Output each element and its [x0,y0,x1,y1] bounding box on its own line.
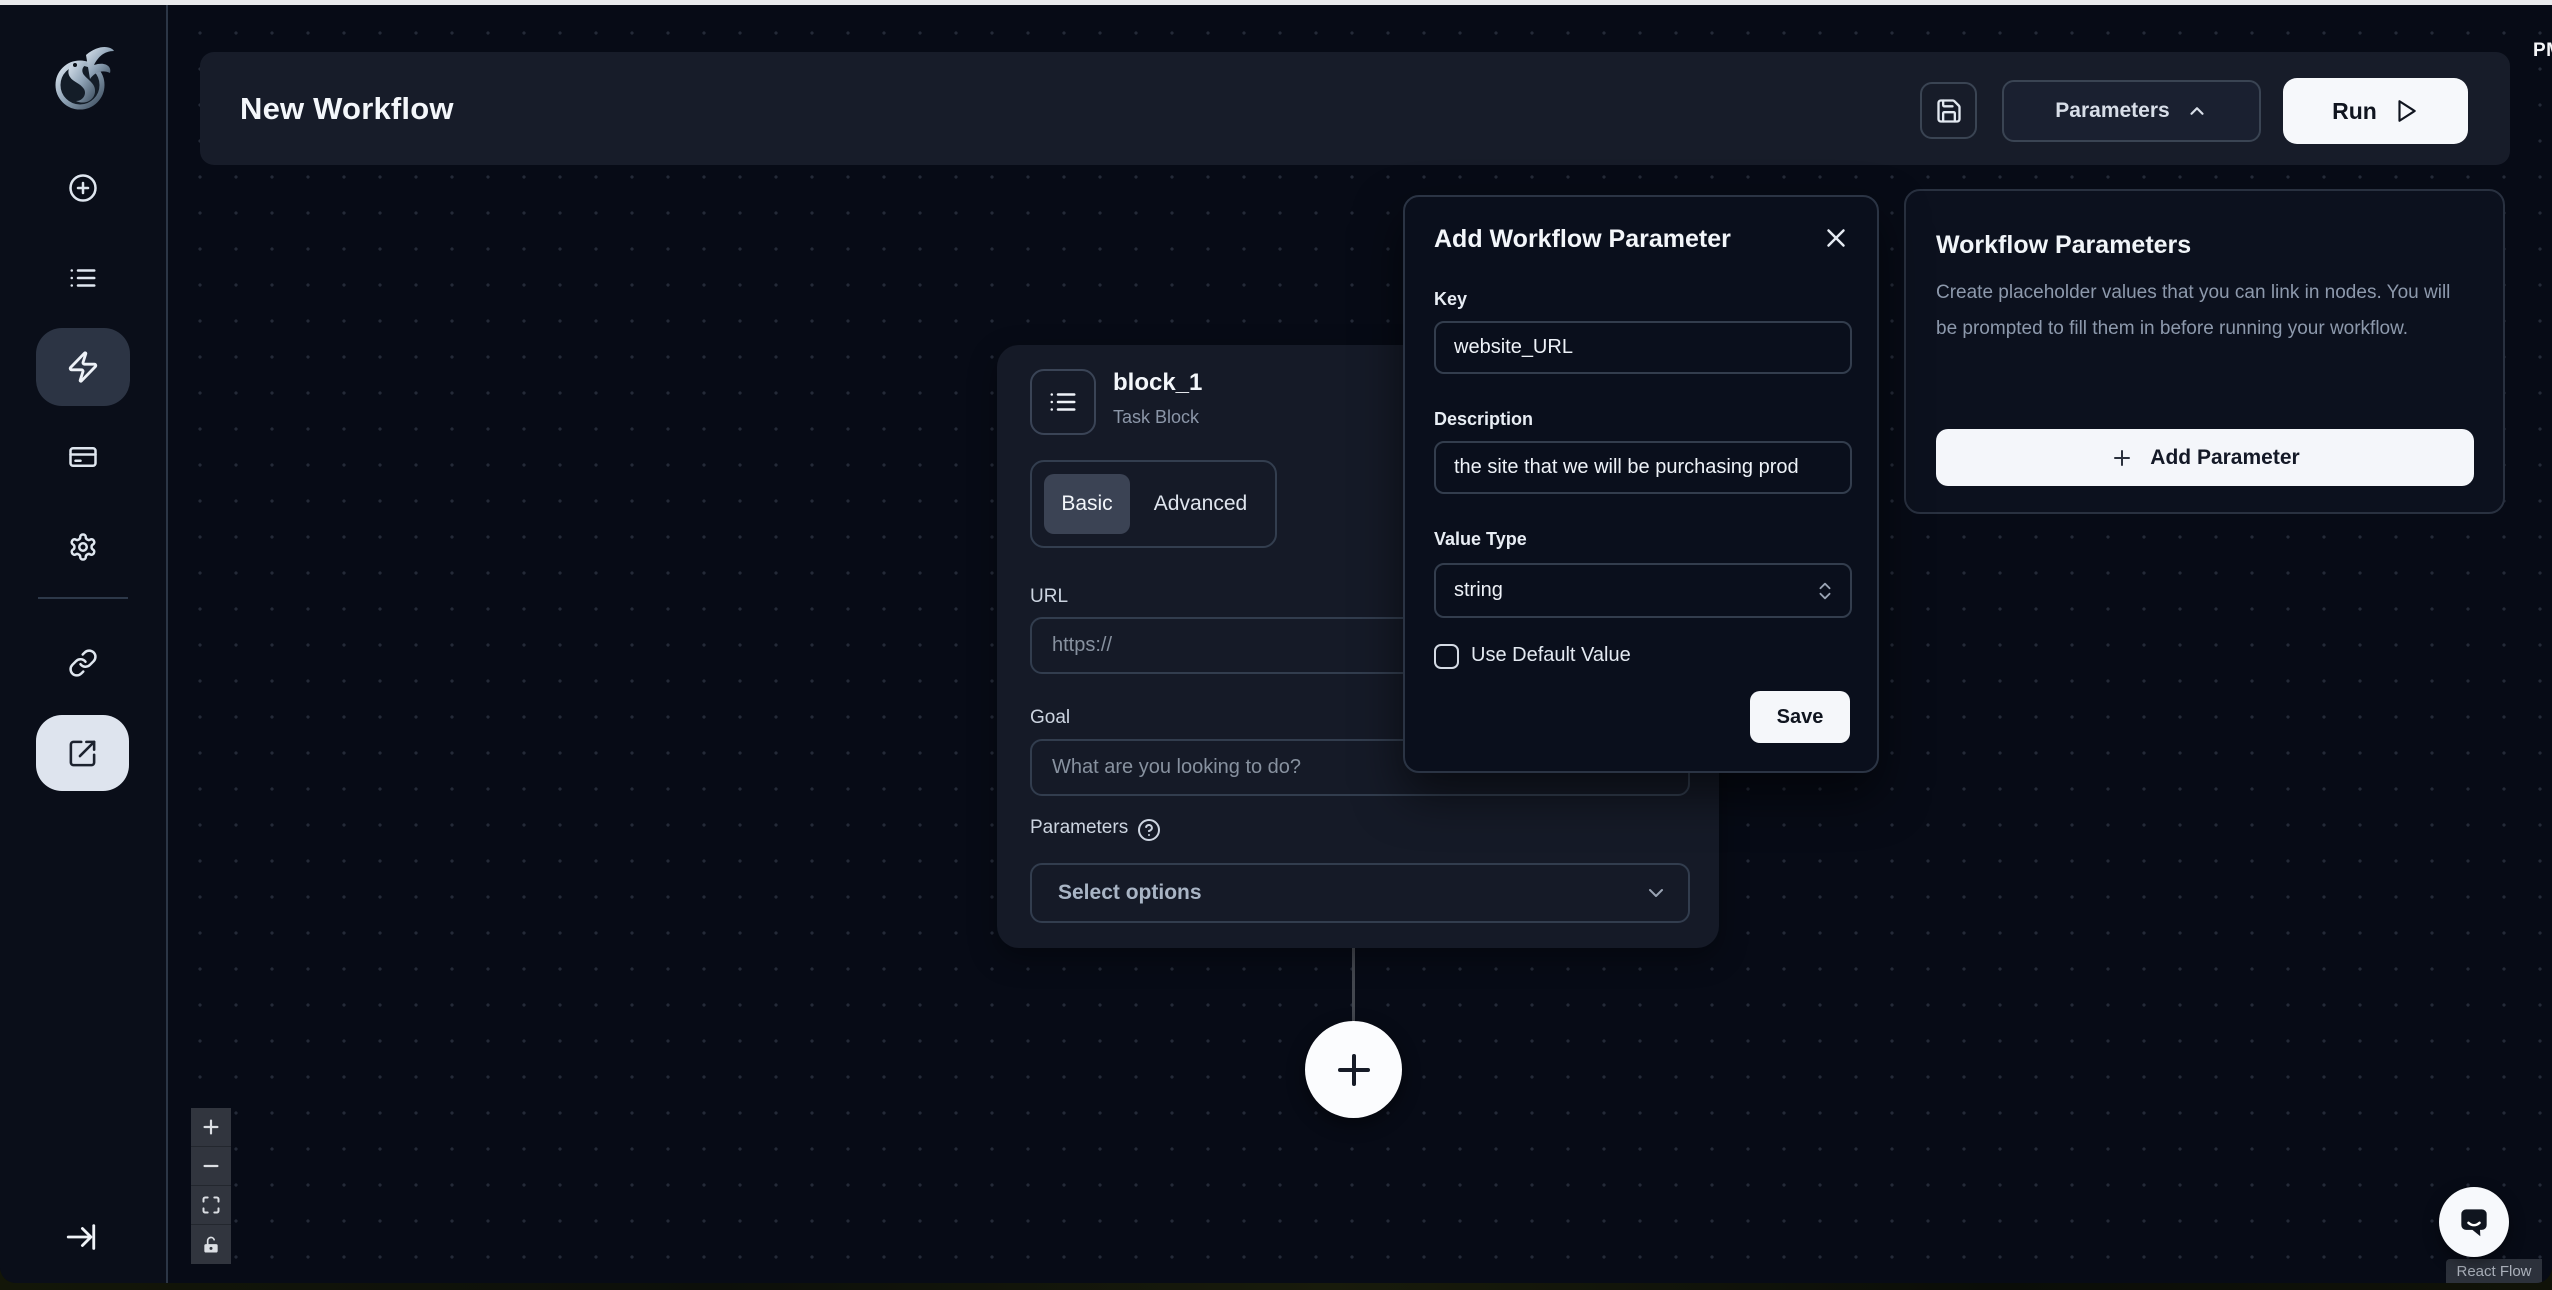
block-name[interactable]: block_1 [1113,369,1202,397]
use-default-checkbox[interactable] [1434,644,1459,669]
list-icon [1048,387,1078,417]
workflow-header: New Workflow Parameters Run [200,52,2510,165]
tab-advanced[interactable]: Advanced [1134,474,1267,534]
plus-icon [1330,1046,1378,1094]
sidebar-collapse-button[interactable] [64,1220,98,1254]
parameters-label: Parameters [1030,817,1128,839]
block-type-label: Task Block [1113,407,1199,428]
react-flow-attribution[interactable]: React Flow [2446,1259,2542,1283]
add-parameter-button[interactable]: Add Parameter [1936,429,2474,486]
goal-label: Goal [1030,707,1070,729]
parameters-button-label: Parameters [2055,99,2169,123]
description-input[interactable] [1434,441,1852,494]
url-label: URL [1030,586,1068,608]
external-link-icon [67,738,98,769]
sidebar-item-create[interactable] [68,173,98,203]
zap-icon [66,350,100,384]
app-window: New Workflow Parameters Run block_1 Task… [0,5,2552,1283]
add-block-button[interactable] [1305,1021,1402,1118]
save-button[interactable] [1920,82,1977,139]
support-chat-button[interactable] [2439,1187,2509,1257]
link-icon [68,648,98,678]
app-logo[interactable] [48,41,118,113]
canvas-zoom-controls [191,1108,231,1264]
block-tabs: Basic Advanced [1030,460,1277,548]
save-parameter-button[interactable]: Save [1750,691,1850,743]
sidebar [0,5,168,1283]
sidebar-item-runs[interactable] [68,263,98,293]
chevron-down-icon [1644,881,1668,905]
parameters-toggle-button[interactable]: Parameters [2002,80,2261,142]
key-input[interactable] [1434,321,1852,374]
close-icon [1821,223,1851,253]
plus-icon [2110,446,2134,470]
workflow-edge [1352,948,1355,1028]
gear-icon [68,532,98,562]
sidebar-item-external-active[interactable] [36,715,129,791]
workflow-parameters-panel: Workflow Parameters Create placeholder v… [1904,189,2505,514]
save-icon [1935,97,1963,125]
chat-bubble-icon [2455,1203,2493,1241]
sidebar-item-integrations[interactable] [68,648,98,678]
lock-toggle-button[interactable] [191,1225,231,1264]
screen: PM [0,0,2552,1290]
panel-description: Create placeholder values that you can l… [1936,275,2476,347]
key-label: Key [1434,289,1467,310]
arrow-right-to-line-icon [64,1220,98,1254]
run-button-label: Run [2332,98,2377,125]
sidebar-item-workflows-active[interactable] [36,328,130,406]
value-type-value: string [1454,579,1503,602]
sidebar-divider [38,597,128,599]
tab-basic[interactable]: Basic [1044,474,1130,534]
modal-title: Add Workflow Parameter [1434,225,1731,254]
maximize-icon [201,1195,221,1215]
desktop-clock-fragment: PM [2533,40,2552,62]
add-parameter-label: Add Parameter [2150,446,2299,470]
sidebar-item-settings[interactable] [68,532,98,562]
add-parameter-modal: Add Workflow Parameter Key Description V… [1403,195,1879,773]
lock-open-icon [201,1235,221,1255]
use-default-label: Use Default Value [1471,644,1631,667]
panel-title: Workflow Parameters [1936,231,2191,260]
zoom-in-button[interactable] [191,1108,231,1147]
minus-icon [200,1155,222,1177]
parameters-select[interactable]: Select options [1030,863,1690,923]
help-icon[interactable] [1137,818,1161,847]
close-button[interactable] [1821,223,1851,253]
desktop-top-strip [0,0,2552,5]
save-parameter-label: Save [1777,706,1824,729]
parameters-select-placeholder: Select options [1058,881,1202,905]
page-title: New Workflow [240,91,454,127]
list-icon [68,263,98,293]
dragon-logo-icon [48,41,118,113]
sidebar-item-billing[interactable] [68,442,98,472]
credit-card-icon [68,442,98,472]
chevrons-up-down-icon [1814,580,1836,602]
fit-view-button[interactable] [191,1186,231,1225]
plus-circle-icon [68,173,98,203]
plus-icon [200,1116,222,1138]
help-circle-icon [1137,818,1161,842]
value-type-label: Value Type [1434,529,1527,550]
block-icon-box [1030,369,1096,435]
description-label: Description [1434,409,1533,430]
value-type-select[interactable]: string [1434,563,1852,618]
chevron-up-icon [2186,100,2208,122]
run-button[interactable]: Run [2283,78,2468,144]
zoom-out-button[interactable] [191,1147,231,1186]
play-icon [2393,98,2419,124]
